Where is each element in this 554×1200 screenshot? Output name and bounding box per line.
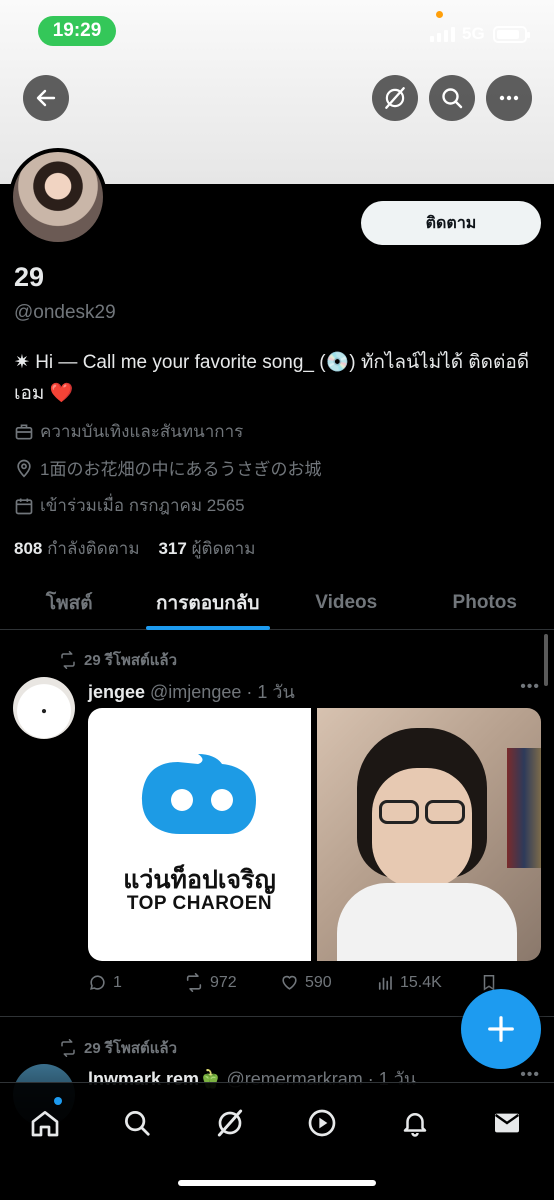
followers-label: ผู้ติดตาม (191, 539, 256, 558)
repost-label: 29 รีโพสต์แล้ว (84, 1040, 178, 1057)
post-header: jengee @imjengee · 1 วัน (88, 677, 295, 706)
profile-joined: เข้าร่วมเมื่อ กรกฎาคม 2565 (14, 492, 245, 519)
reply-icon (90, 975, 105, 990)
media-image-photo[interactable] (317, 708, 541, 961)
location-icon (17, 459, 31, 478)
category-text: ความบันเทิงและสันทนาการ (40, 422, 244, 441)
profile-location: 1面のお花畑の中にあるうさぎのお城 (14, 455, 321, 480)
play-icon (308, 1109, 336, 1137)
status-time: 19:29 (38, 16, 116, 46)
like-button[interactable]: 590 (280, 973, 376, 992)
post-more-button[interactable]: ••• (520, 678, 540, 696)
followers-link[interactable]: 317 ผู้ติดตาม (158, 539, 255, 558)
search-button[interactable] (429, 75, 475, 121)
profile-tabs: โพสต์ การตอบกลับ Videos Photos (0, 576, 554, 630)
profile-category: ความบันเทิงและสันทนาการ (14, 418, 243, 445)
privacy-indicator (436, 11, 443, 18)
profile-bio: ✷ Hi — Call me your favorite song_ (💿) ท… (14, 352, 530, 404)
profile-handle: @ondesk29 (14, 302, 116, 323)
home-icon (31, 1111, 59, 1137)
post-actions: 1 972 590 15.4K (88, 973, 518, 992)
search-icon (442, 88, 463, 109)
network-label: 5G (462, 24, 485, 43)
repost-icon (186, 973, 202, 992)
briefcase-icon (15, 424, 33, 439)
post-username[interactable]: jengee (88, 682, 145, 702)
profile-name: 29 (14, 262, 45, 292)
signal-icon (430, 26, 455, 42)
post-handle-time: @imjengee · 1 วัน (145, 682, 295, 702)
bell-icon (403, 1113, 427, 1137)
nav-grok[interactable] (210, 1103, 250, 1143)
repost-button[interactable]: 972 (184, 973, 280, 992)
repost-indicator: 29 รีโพสต์แล้ว (58, 648, 177, 672)
location-text: 1面のお花畑の中にあるうさぎのお城 (40, 460, 322, 479)
tab-videos[interactable]: Videos (277, 576, 416, 629)
brand-name-en: TOP CHAROEN (126, 893, 273, 914)
repost-indicator: 29 รีโพสต์แล้ว (58, 1036, 177, 1060)
views-count: 15.4K (400, 973, 442, 991)
nav-messages[interactable] (487, 1103, 527, 1143)
nav-video[interactable] (302, 1103, 342, 1143)
reply-count: 1 (113, 973, 122, 991)
more-options-button[interactable] (486, 75, 532, 121)
like-count: 590 (305, 973, 332, 991)
battery-icon (493, 26, 530, 43)
home-indicator (178, 1180, 376, 1186)
joined-text: เข้าร่วมเมื่อ กรกฎาคม 2565 (40, 496, 245, 515)
compose-button[interactable] (461, 989, 541, 1069)
repost-icon (61, 651, 75, 669)
reply-button[interactable]: 1 (88, 973, 184, 992)
post-avatar[interactable] (13, 677, 75, 739)
back-button[interactable] (23, 75, 69, 121)
tab-posts[interactable]: โพสต์ (0, 576, 139, 629)
post-media[interactable]: แว่นท็อปเจริญ TOP CHAROEN (88, 708, 541, 961)
chat-logo-icon (142, 754, 256, 834)
calendar-icon (15, 498, 33, 514)
heart-icon (282, 975, 297, 990)
following-label: กำลังติดตาม (47, 539, 140, 558)
tab-replies[interactable]: การตอบกลับ (139, 576, 278, 629)
nav-notifications[interactable] (395, 1103, 435, 1143)
profile-stats: 808 กำลังติดตาม 317 ผู้ติดตาม (14, 535, 255, 562)
grok-icon (385, 87, 405, 109)
profile-avatar[interactable] (9, 148, 107, 246)
tab-photos[interactable]: Photos (416, 576, 554, 629)
notification-dot (54, 1097, 62, 1105)
scrollbar[interactable] (544, 634, 548, 686)
more-icon (499, 95, 519, 101)
plus-icon (488, 1016, 514, 1042)
grok-icon (217, 1109, 243, 1137)
repost-icon (61, 1039, 75, 1057)
media-image-logo[interactable]: แว่นท็อปเจริญ TOP CHAROEN (88, 708, 311, 961)
views-button[interactable]: 15.4K (376, 974, 480, 992)
following-link[interactable]: 808 กำลังติดตาม (14, 539, 140, 558)
following-count: 808 (14, 539, 43, 558)
grok-button[interactable] (372, 75, 418, 121)
followers-count: 317 (158, 539, 187, 558)
follow-button[interactable]: ติดตาม (361, 201, 541, 245)
status-bar: 19:29 5G (0, 0, 554, 64)
arrow-left-icon (36, 89, 56, 107)
views-icon (378, 975, 392, 990)
repost-label: 29 รีโพสต์แล้ว (84, 652, 178, 669)
nav-search[interactable] (117, 1103, 157, 1143)
mail-icon (494, 1113, 520, 1133)
repost-count: 972 (210, 973, 237, 991)
nav-home[interactable] (25, 1103, 65, 1143)
search-icon (125, 1111, 150, 1136)
